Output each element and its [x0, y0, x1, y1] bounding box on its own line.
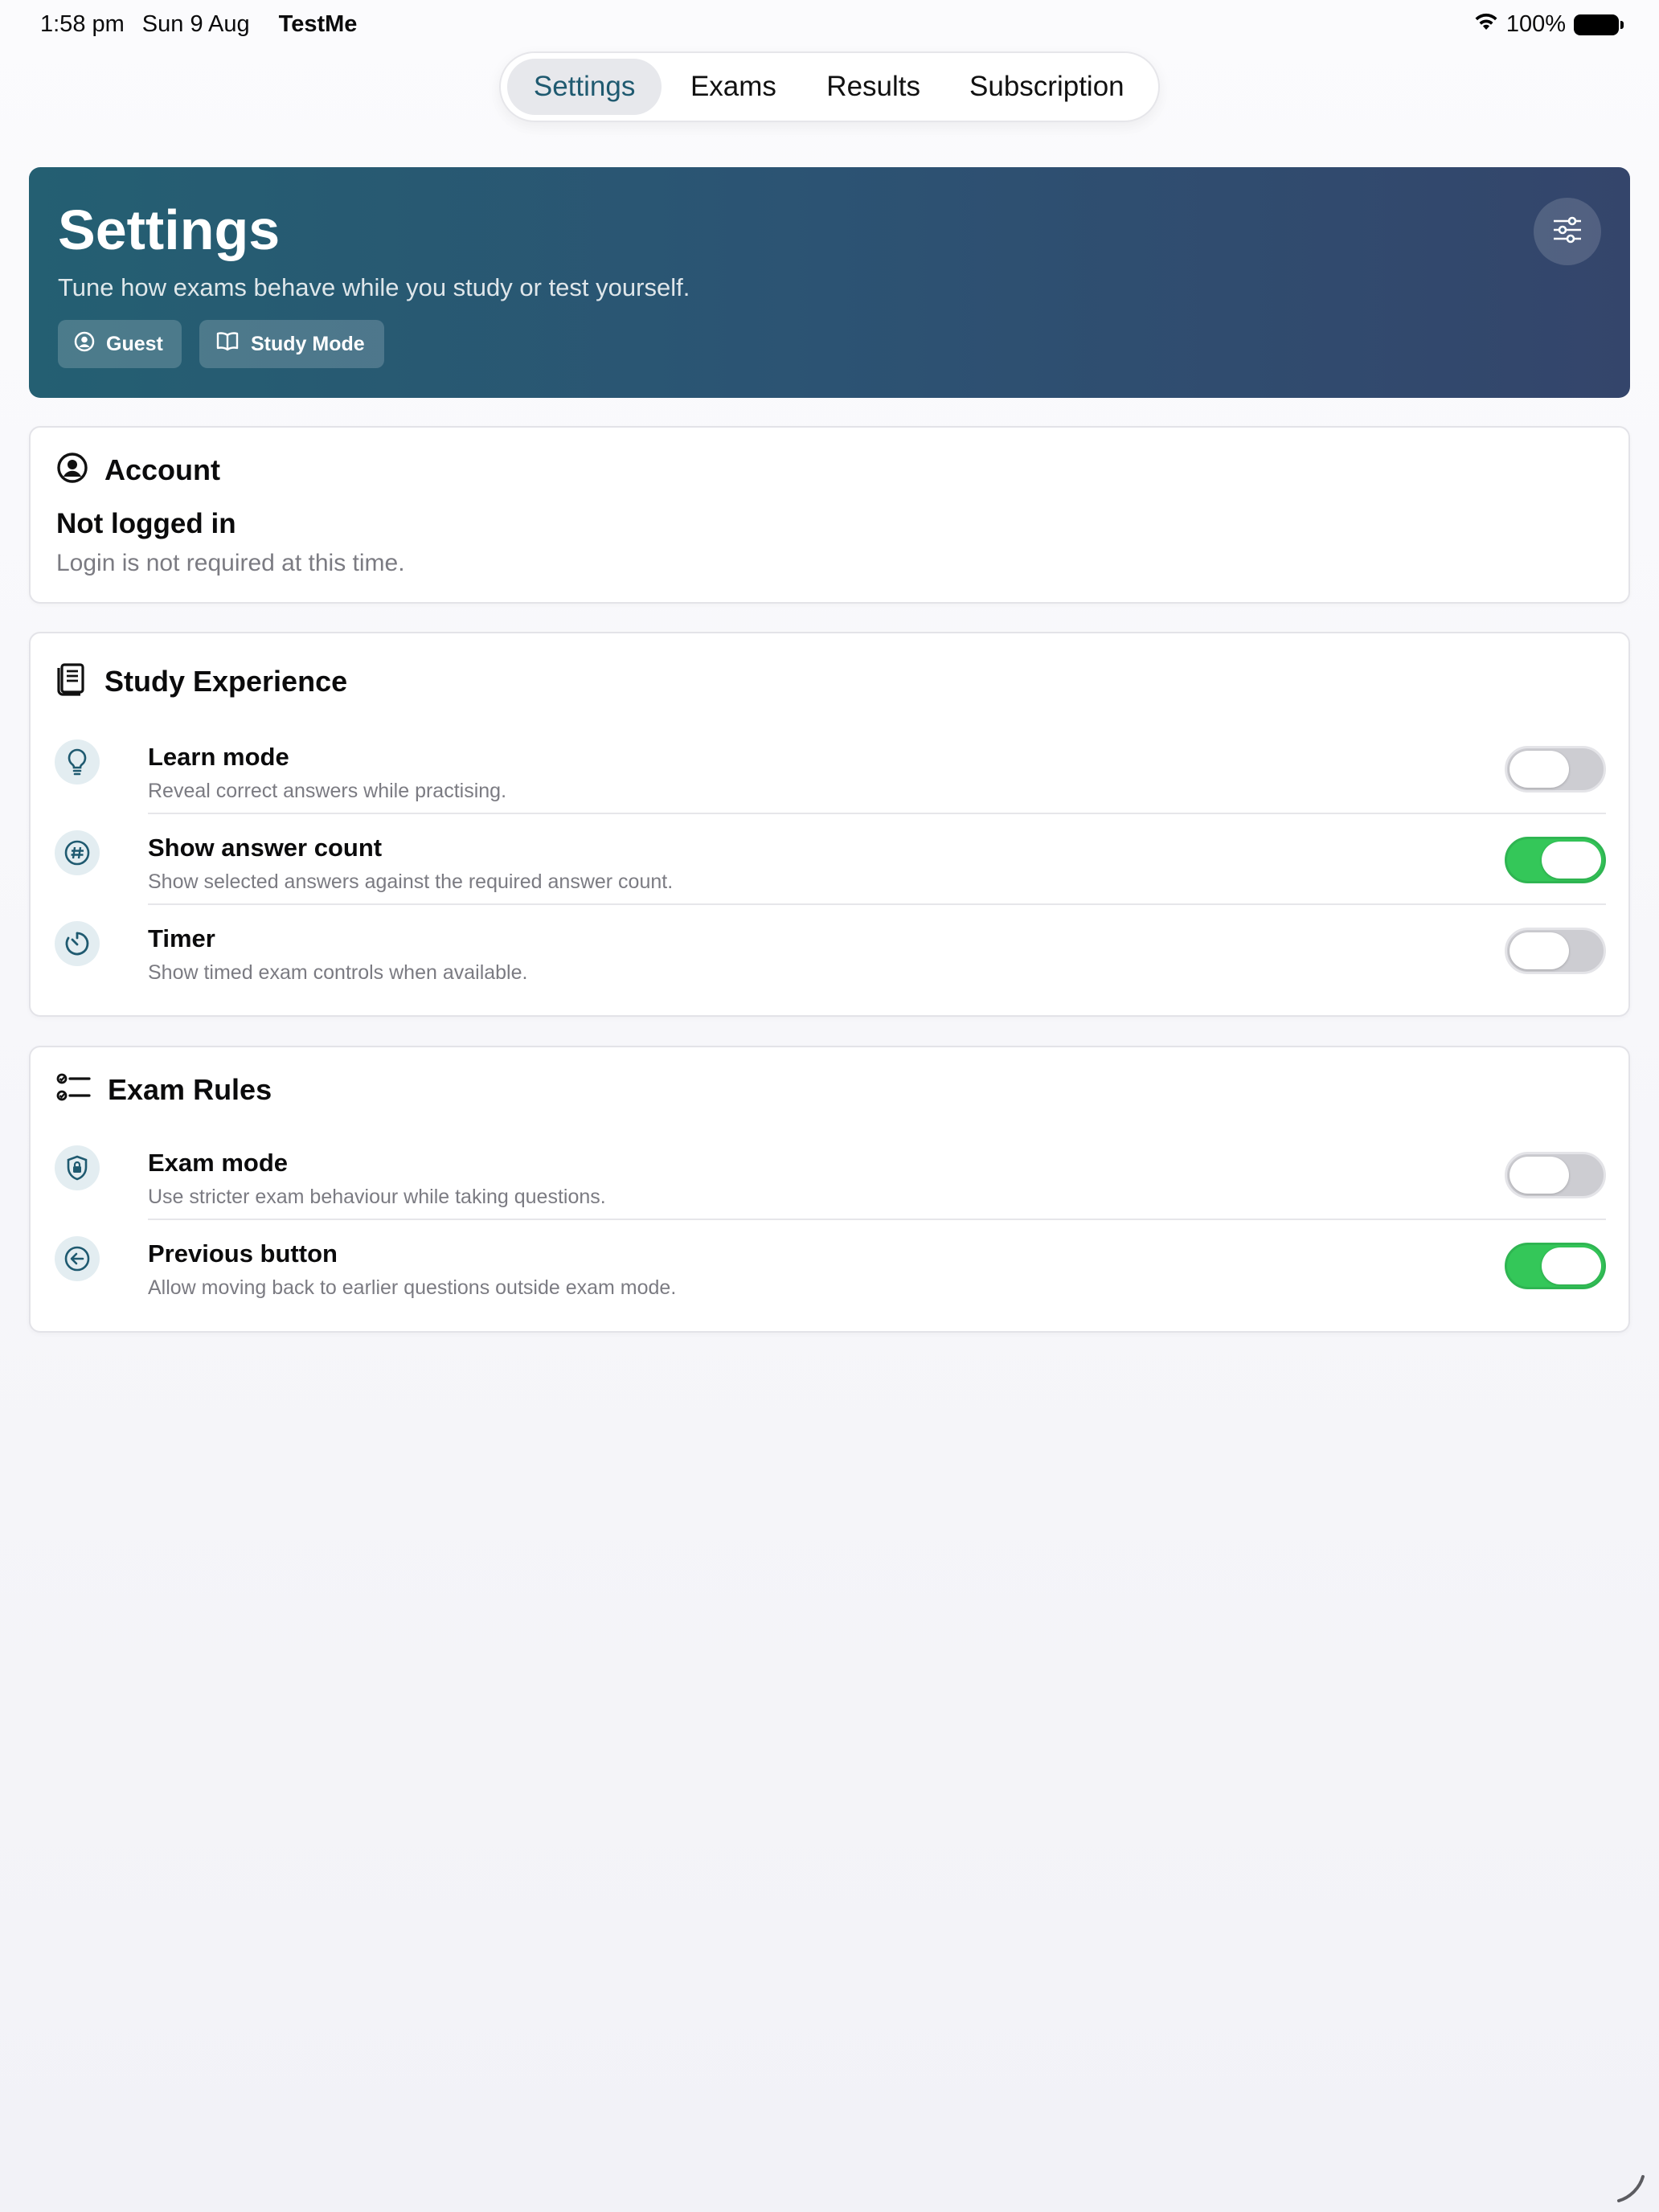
show-answer-count-description: Show selected answers against the requir…: [148, 870, 674, 893]
wifi-icon: [1474, 11, 1498, 38]
notebook-icon: [56, 662, 88, 700]
tab-subscription[interactable]: Subscription: [942, 59, 1152, 115]
resize-corner-indicator: [1612, 2165, 1653, 2206]
exam-rules-card: Exam Rules Exam mode Use stricter exam b…: [29, 1046, 1630, 1333]
exam-mode-label: Exam mode: [148, 1149, 289, 1177]
page-title: Settings: [58, 199, 281, 261]
status-time: 1:58 pm: [40, 11, 125, 37]
settings-screen: 1:58 pm Sun 9 Aug TestMe 100% Settings E…: [0, 0, 1659, 2212]
study-experience-title: Study Experience: [104, 664, 348, 698]
setting-row-exam-mode: Exam mode Use stricter exam behaviour wh…: [55, 1129, 1606, 1220]
guest-chip: Guest: [58, 320, 182, 368]
login-note: Login is not required at this time.: [56, 550, 405, 576]
battery-percentage: 100%: [1505, 11, 1566, 37]
study-experience-card: Study Experience Learn mode Reveal corre…: [29, 632, 1630, 1017]
learn-mode-toggle[interactable]: [1505, 746, 1606, 793]
timer-toggle[interactable]: [1505, 928, 1606, 974]
hash-icon: [55, 830, 100, 875]
settings-hero-banner: Settings Tune how exams behave while you…: [29, 167, 1630, 398]
status-date: Sun 9 Aug: [141, 11, 250, 37]
learn-mode-description: Reveal correct answers while practising.: [148, 780, 507, 802]
page-subtitle: Tune how exams behave while you study or…: [58, 273, 690, 301]
guest-chip-label: Guest: [106, 332, 163, 355]
status-bar: 1:58 pm Sun 9 Aug TestMe 100%: [40, 11, 1624, 43]
sliders-icon: [1551, 215, 1583, 248]
study-mode-chip-label: Study Mode: [251, 332, 365, 355]
show-answer-count-label: Show answer count: [148, 834, 383, 862]
user-circle-icon: [74, 331, 95, 358]
book-icon: [215, 331, 240, 358]
exam-rules-title: Exam Rules: [108, 1072, 272, 1106]
learn-mode-label: Learn mode: [148, 743, 289, 771]
tab-exams[interactable]: Exams: [662, 59, 805, 115]
account-icon: [56, 452, 88, 488]
setting-row-timer: Timer Show timed exam controls when avai…: [55, 905, 1606, 996]
top-tab-bar: Settings Exams Results Subscription: [499, 51, 1160, 122]
setting-row-learn-mode: Learn mode Reveal correct answers while …: [55, 723, 1606, 814]
account-title: Account: [104, 453, 220, 486]
tab-settings[interactable]: Settings: [507, 59, 662, 115]
lightbulb-icon: [55, 739, 100, 784]
exam-mode-description: Use stricter exam behaviour while taking…: [148, 1186, 606, 1208]
checklist-icon: [56, 1071, 92, 1108]
timer-description: Show timed exam controls when available.: [148, 961, 528, 984]
shield-lock-icon: [55, 1145, 100, 1190]
tab-results[interactable]: Results: [805, 59, 942, 115]
account-card: Account Not logged in Login is not requi…: [29, 426, 1630, 604]
show-answer-count-toggle[interactable]: [1505, 837, 1606, 883]
exam-mode-toggle[interactable]: [1505, 1152, 1606, 1198]
status-app-name: TestMe: [278, 11, 358, 37]
setting-row-show-answer-count: Show answer count Show selected answers …: [55, 814, 1606, 905]
previous-button-description: Allow moving back to earlier questions o…: [148, 1276, 677, 1299]
study-mode-chip: Study Mode: [199, 320, 384, 368]
previous-button-label: Previous button: [148, 1239, 338, 1268]
arrow-left-circle-icon: [55, 1236, 100, 1281]
timer-icon: [55, 921, 100, 966]
login-status: Not logged in: [56, 508, 236, 539]
battery-icon: [1574, 14, 1624, 35]
setting-row-previous-button: Previous button Allow moving back to ear…: [55, 1220, 1606, 1311]
previous-button-toggle[interactable]: [1505, 1243, 1606, 1289]
filter-settings-button[interactable]: [1534, 198, 1601, 265]
timer-label: Timer: [148, 924, 215, 952]
